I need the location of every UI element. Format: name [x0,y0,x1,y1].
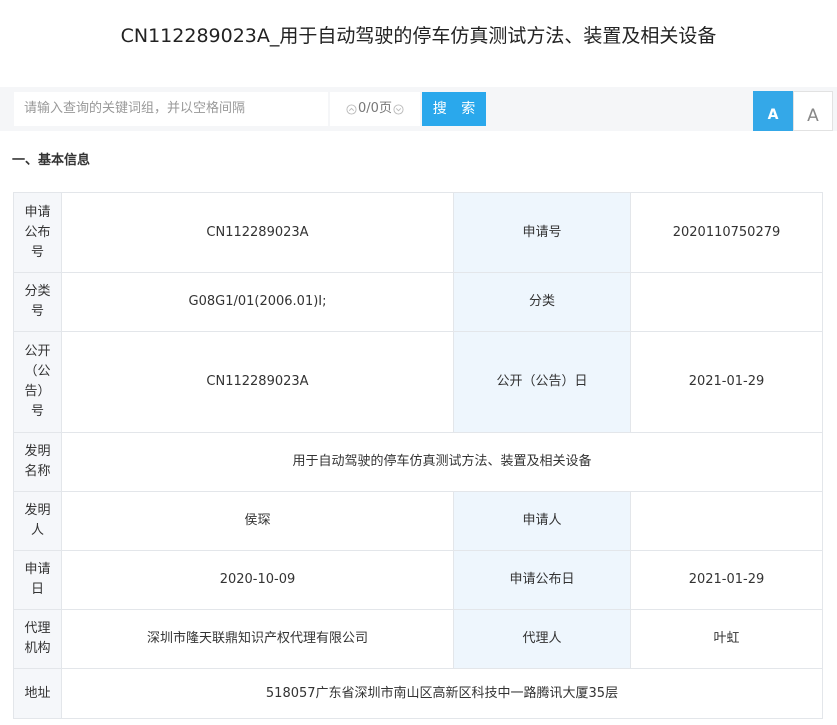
field-label: 申请日 [13,550,62,610]
font-size-small-button[interactable]: A [793,91,833,131]
field-value: 用于自动驾驶的停车仿真测试方法、装置及相关设备 [61,432,823,492]
next-down-icon[interactable] [393,103,404,115]
field-value: 518057广东省深圳市南山区高新区科技中一路腾讯大厦35层 [61,668,823,719]
field-label: 公开（公告）日 [453,331,631,433]
table-row: 发明人 侯琛 申请人 [13,491,823,551]
field-label: 申请人 [453,491,631,551]
page-title: CN112289023A_用于自动驾驶的停车仿真测试方法、装置及相关设备 [120,25,717,47]
table-row: 申请日 2020-10-09 申请公布日 2021-01-29 [13,550,823,610]
field-label: 公开（公告）号 [13,331,62,433]
field-label: 申请公布号 [13,192,62,273]
field-label: 申请号 [453,192,631,273]
table-row: 地址 518057广东省深圳市南山区高新区科技中一路腾讯大厦35层 [13,668,823,719]
table-row: 发明名称 用于自动驾驶的停车仿真测试方法、装置及相关设备 [13,432,823,492]
table-row: 申请公布号 CN112289023A 申请号 2020110750279 [13,192,823,273]
field-value: G08G1/01(2006.01)I; [61,272,454,332]
prev-up-icon[interactable] [346,103,357,115]
table-row: 公开（公告）号 CN112289023A 公开（公告）日 2021-01-29 [13,331,823,433]
field-label: 代理机构 [13,609,62,669]
field-label: 分类 [453,272,631,332]
table-row: 分类号 G08G1/01(2006.01)I; 分类 [13,272,823,332]
field-label: 申请公布日 [453,550,631,610]
search-input[interactable]: 请输入查询的关键词组，并以空格间隔 [14,92,328,126]
table-row: 代理机构 深圳市隆天联鼎知识产权代理有限公司 代理人 叶虹 [13,609,823,669]
field-label: 分类号 [13,272,62,332]
field-value: 2021-01-29 [630,331,823,433]
field-label: 发明人 [13,491,62,551]
search-button[interactable]: 搜 索 [422,92,486,126]
basic-info-table: 申请公布号 CN112289023A 申请号 2020110750279 分类号… [13,192,823,719]
field-value: 深圳市隆天联鼎知识产权代理有限公司 [61,609,454,669]
field-value: 2021-01-29 [630,550,823,610]
field-value: 2020-10-09 [61,550,454,610]
field-label: 发明名称 [13,432,62,492]
field-value: 侯琛 [61,491,454,551]
field-value: 2020110750279 [630,192,823,273]
field-value [630,272,823,332]
field-value: CN112289023A [61,331,454,433]
section-title: 一、基本信息 [12,153,91,168]
field-value [630,491,823,551]
font-size-large-button[interactable]: A [753,91,793,131]
field-value: CN112289023A [61,192,454,273]
field-value: 叶虹 [630,609,823,669]
field-label: 代理人 [453,609,631,669]
pager-text: 0/0页 [358,101,392,116]
field-label: 地址 [13,668,62,719]
pager: 0/0页 [330,92,420,126]
